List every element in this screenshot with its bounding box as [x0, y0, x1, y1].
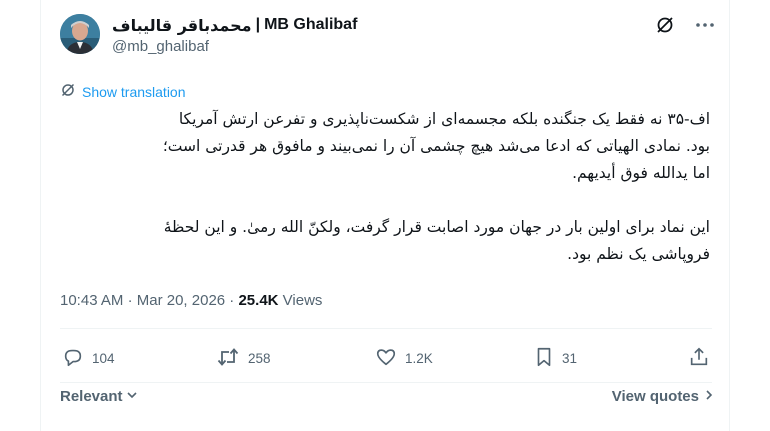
share-icon: [688, 346, 710, 371]
repost-icon: [216, 346, 240, 371]
tweet-line: اف-۳۵ نه فقط یک جنگنده بلکه مجسمه‌ای از …: [178, 110, 710, 128]
show-translation-label[interactable]: Show translation: [82, 84, 186, 100]
divider: [60, 328, 712, 329]
tweet-meta: 10:43 AM · Mar 20, 2026 · 25.4K Views: [60, 292, 322, 309]
show-translation-link[interactable]: Show translation: [60, 82, 186, 101]
views-count: 25.4K: [238, 292, 279, 309]
reply-button[interactable]: 104: [62, 346, 115, 371]
author-name-row[interactable]: محمدباقر قالیباف | MB Ghalibaf: [112, 15, 357, 35]
view-quotes-label: View quotes: [611, 388, 699, 405]
tweet-line: بود. نمادی الهیاتی که ادعا می‌شد هیچ چشم…: [162, 137, 710, 155]
meta-dot: ·: [229, 292, 235, 309]
action-bar: 104 258 1.2K 31: [60, 346, 715, 376]
chevron-down-icon: [126, 388, 138, 405]
view-quotes-link[interactable]: View quotes: [612, 388, 714, 405]
like-count: 1.2K: [405, 351, 433, 366]
tweet-top-actions: [654, 14, 716, 36]
meta-dot: ·: [127, 292, 133, 309]
bookmark-button[interactable]: 31: [534, 346, 577, 371]
tweet-line: اما یدالله فوق أیدیهم.: [572, 164, 710, 182]
views-label: Views: [282, 292, 323, 309]
tweet-line: فروپاشی یک نظم بود.: [567, 245, 710, 263]
translate-icon: [60, 82, 76, 101]
grok-icon[interactable]: [654, 14, 676, 36]
bookmark-icon: [534, 346, 554, 371]
avatar-image: [60, 14, 100, 54]
sort-replies-dropdown[interactable]: Relevant: [60, 388, 138, 405]
heart-icon: [375, 346, 397, 371]
more-icon[interactable]: [694, 14, 716, 36]
tweet-time[interactable]: 10:43 AM: [60, 292, 123, 309]
tweet-date[interactable]: Mar 20, 2026: [137, 292, 225, 309]
chevron-right-icon: [704, 388, 714, 405]
sort-label: Relevant: [60, 388, 123, 405]
divider: [60, 382, 712, 383]
author-display-name[interactable]: محمدباقر قالیباف: [112, 16, 252, 35]
like-button[interactable]: 1.2K: [375, 346, 433, 371]
avatar[interactable]: [60, 14, 100, 54]
author-latin-name[interactable]: MB Ghalibaf: [264, 16, 357, 34]
author-handle[interactable]: @mb_ghalibaf: [112, 38, 209, 55]
tweet-text: اف-۳۵ نه فقط یک جنگنده بلکه مجسمه‌ای از …: [60, 106, 710, 268]
share-button[interactable]: [688, 346, 710, 371]
bookmark-count: 31: [562, 351, 578, 366]
tweet-line: این نماد برای اولین بار در جهان مورد اصا…: [163, 218, 710, 236]
repost-count: 258: [248, 351, 271, 366]
reply-count: 104: [92, 351, 115, 366]
author-name-separator: |: [255, 16, 261, 33]
repost-button[interactable]: 258: [216, 346, 271, 371]
reply-icon: [62, 346, 84, 371]
